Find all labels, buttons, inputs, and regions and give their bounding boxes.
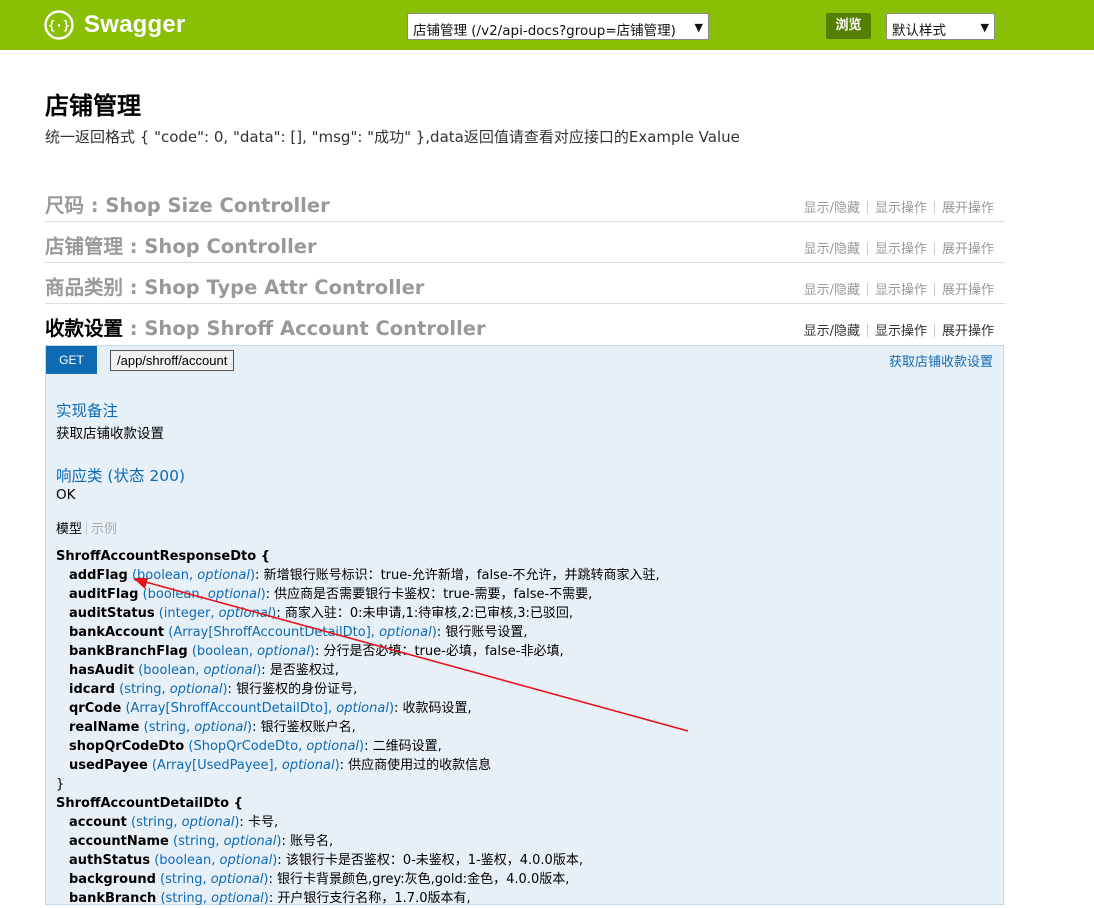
red-arrow-annotation (133, 578, 689, 732)
